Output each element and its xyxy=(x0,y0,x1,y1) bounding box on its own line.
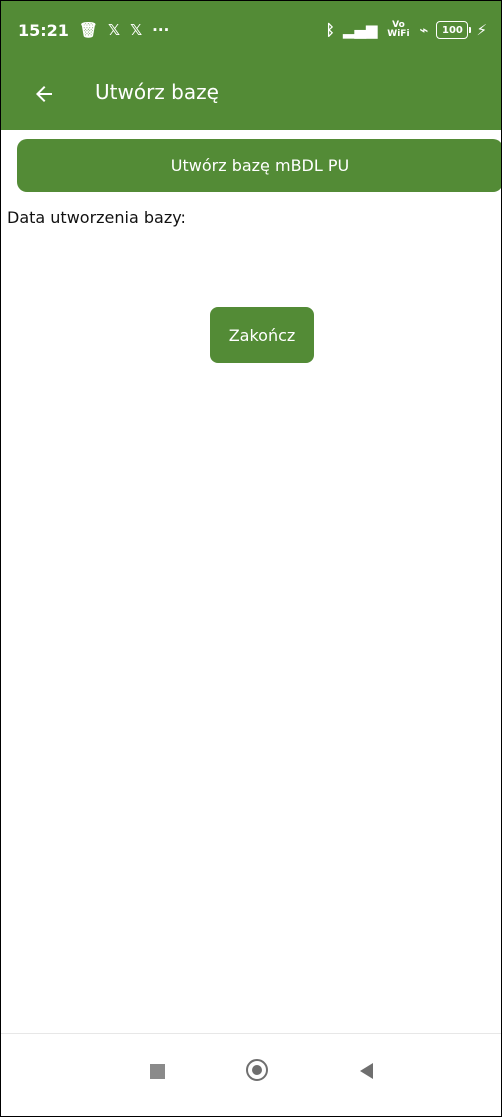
app-frame: 15:21 🗑 𝕏 𝕏 ··· ᛒ ▂▄▆ Vo WiFi ⌁ 100 ⚡ Ut… xyxy=(0,0,502,1117)
signal-icon: ▂▄▆ xyxy=(342,20,378,39)
trash-icon: 🗑 xyxy=(78,20,98,39)
more-icon: ··· xyxy=(152,20,170,39)
vowifi-icon: Vo WiFi xyxy=(387,20,410,39)
x-icon: 𝕏 xyxy=(107,20,121,39)
battery-icon: 100 xyxy=(436,21,472,39)
bluetooth-icon: ᛒ xyxy=(325,20,335,39)
page-title: Utwórz bazę xyxy=(95,80,219,104)
back-arrow-icon[interactable] xyxy=(32,82,56,106)
toolbar: Utwórz bazę xyxy=(1,63,501,125)
wifi-icon: ⌁ xyxy=(419,20,429,39)
app-bar: 15:21 🗑 𝕏 𝕏 ··· ᛒ ▂▄▆ Vo WiFi ⌁ 100 ⚡ Ut… xyxy=(1,1,501,130)
back-icon[interactable] xyxy=(360,1063,373,1079)
time: 15:21 xyxy=(18,20,69,40)
database-date-label: Data utworzenia bazy: xyxy=(7,208,186,227)
status-bar: 15:21 🗑 𝕏 𝕏 ··· ᛒ ▂▄▆ Vo WiFi ⌁ 100 ⚡ xyxy=(1,1,501,59)
status-left: 15:21 🗑 𝕏 𝕏 ··· xyxy=(18,21,169,40)
system-navigation-bar xyxy=(1,1033,501,1116)
recent-apps-icon[interactable] xyxy=(150,1064,165,1079)
home-icon[interactable] xyxy=(246,1059,268,1081)
x-icon: 𝕏 xyxy=(130,20,143,39)
charging-icon: ⚡ xyxy=(476,20,487,39)
status-right: ᛒ ▂▄▆ Vo WiFi ⌁ 100 ⚡ xyxy=(326,21,487,39)
finish-button[interactable]: Zakończ xyxy=(210,307,314,363)
create-database-button[interactable]: Utwórz bazę mBDL PU xyxy=(17,139,501,192)
